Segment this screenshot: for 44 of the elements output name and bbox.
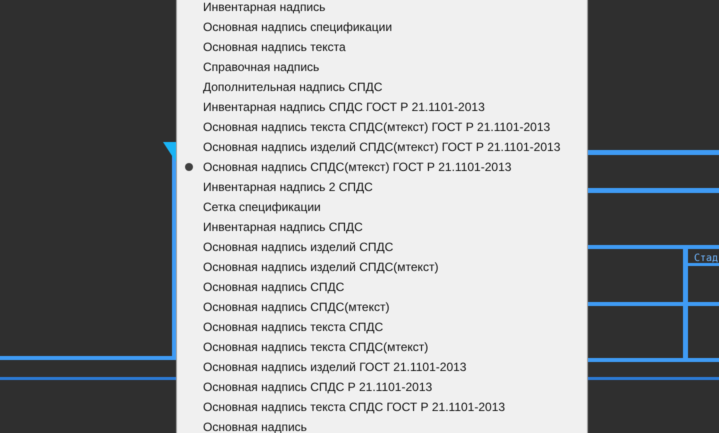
menu-item-label: Инвентарная надпись СПДС — [203, 220, 363, 234]
menu-item[interactable]: Основная надпись текста — [177, 37, 587, 57]
menu-item-label: Инвентарная надпись 2 СПДС — [203, 180, 373, 194]
menu-item[interactable]: Основная надпись СПДС(мтекст) ГОСТ Р 21.1101-2013 — [177, 157, 587, 177]
drawing-label: Стад — [694, 253, 718, 264]
menu-item[interactable]: Инвентарная надпись СПДС — [177, 217, 587, 237]
menu-item-label: Основная надпись изделий СПДС — [203, 240, 394, 254]
menu-item-label: Основная надпись текста СПДС(мтекст) — [203, 340, 428, 354]
menu-item[interactable]: Сетка спецификации — [177, 197, 587, 217]
menu-item[interactable]: Основная надпись СПДС(мтекст) — [177, 297, 587, 317]
menu-item-label: Основная надпись спецификации — [203, 20, 392, 34]
menu-item[interactable]: Основная надпись текста СПДС(мтекст) ГОСТ Р 21.1101-2013 — [177, 117, 587, 137]
menu-item-label: Основная надпись СПДС — [203, 280, 344, 294]
menu-item[interactable]: Основная надпись СПДС Р 21.1101-2013 — [177, 377, 587, 397]
menu-item-label: Сетка спецификации — [203, 200, 321, 214]
menu-item[interactable]: Основная надпись текста СПДС(мтекст) — [177, 337, 587, 357]
menu-item[interactable]: Основная надпись спецификации — [177, 17, 587, 37]
menu-item-label: Основная надпись изделий СПДС(мтекст) ГОСТ Р 21.1101-2013 — [203, 140, 560, 154]
menu-item-label: Основная надпись текста СПДС ГОСТ Р 21.1101-2013 — [203, 400, 506, 414]
menu-item-label: Основная надпись текста — [203, 40, 346, 54]
menu-item-label: Инвентарная надпись — [203, 0, 326, 14]
menu-item[interactable]: Справочная надпись — [177, 57, 587, 77]
menu-item-label: Основная надпись изделий СПДС(мтекст) — [203, 260, 438, 274]
menu-item[interactable]: Основная надпись текста СПДС ГОСТ Р 21.1101-2013 — [177, 397, 587, 417]
menu-item-label: Основная надпись СПДС Р 21.1101-2013 — [203, 380, 432, 394]
triangle-marker-icon — [163, 142, 176, 162]
menu-item-label: Основная надпись текста СПДС — [203, 320, 384, 334]
menu-item[interactable]: Инвентарная надпись СПДС ГОСТ Р 21.1101-2013 — [177, 97, 587, 117]
menu-item[interactable]: Основная надпись изделий ГОСТ 21.1101-2013 — [177, 357, 587, 377]
menu-item-label: Основная надпись СПДС(мтекст) — [203, 300, 390, 314]
menu-item[interactable]: Основная надпись СПДС — [177, 277, 587, 297]
menu-item-label: Основная надпись СПДС(мтекст) ГОСТ Р 21.1101-2013 — [203, 160, 512, 174]
menu-item-label: Основная надпись текста СПДС(мтекст) ГОСТ Р 21.1101-2013 — [203, 120, 550, 134]
menu-item[interactable]: Дополнительная надпись СПДС — [177, 77, 587, 97]
menu-item-label: Инвентарная надпись СПДС ГОСТ Р 21.1101-2013 — [203, 100, 485, 114]
menu-item[interactable]: Инвентарная надпись — [177, 0, 587, 17]
menu-item[interactable]: Инвентарная надпись 2 СПДС — [177, 177, 587, 197]
menu-item-label: Основная надпись изделий ГОСТ 21.1101-2013 — [203, 360, 466, 374]
menu-item-label: Справочная надпись — [203, 60, 320, 74]
menu-item[interactable]: Основная надпись изделий СПДС(мтекст) ГОСТ Р 21.1101-2013 — [177, 137, 587, 157]
menu-item-label: Дополнительная надпись СПДС — [203, 80, 382, 94]
menu-item[interactable]: Основная надпись изделий СПДС(мтекст) — [177, 257, 587, 277]
menu-item[interactable]: Основная надпись изделий СПДС — [177, 237, 587, 257]
menu-item[interactable]: Основная надпись текста СПДС — [177, 317, 587, 337]
